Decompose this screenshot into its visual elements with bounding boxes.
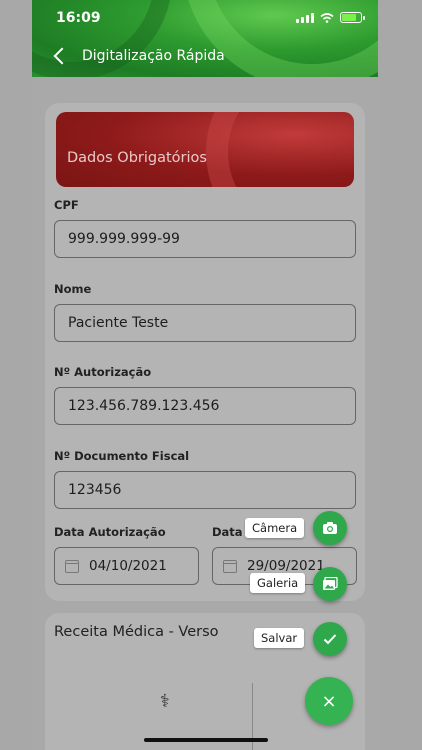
gallery-icon bbox=[323, 577, 338, 590]
data-autorizacao-label: Data Autorização bbox=[54, 525, 166, 539]
documento-field[interactable]: 123456 bbox=[54, 471, 356, 509]
cpf-label: CPF bbox=[54, 198, 79, 212]
back-arrow-icon[interactable] bbox=[53, 47, 71, 65]
salvar-button[interactable] bbox=[313, 622, 347, 656]
wifi-icon bbox=[320, 12, 334, 23]
receita-verso-title: Receita Médica - Verso bbox=[54, 624, 219, 640]
signal-icon bbox=[296, 12, 314, 23]
nome-field[interactable]: Paciente Teste bbox=[54, 304, 356, 342]
documento-label: Nº Documento Fiscal bbox=[54, 449, 190, 463]
document-preview-icon: ⚕ bbox=[160, 691, 170, 712]
data-emissao-value: 29/09/2021 bbox=[247, 558, 325, 574]
autorizacao-field[interactable]: 123.456.789.123.456 bbox=[54, 387, 356, 425]
phone-screen: 16:09 Digitalização Rápida Dados Obrigat… bbox=[32, 0, 378, 750]
galeria-option[interactable]: Galeria bbox=[250, 573, 306, 593]
fab-close-button[interactable]: × bbox=[305, 677, 353, 725]
camera-button[interactable] bbox=[313, 511, 347, 545]
camera-label: Câmera bbox=[245, 518, 305, 538]
calendar-icon bbox=[65, 559, 79, 573]
nome-label: Nome bbox=[54, 282, 92, 296]
calendar-icon bbox=[223, 559, 237, 573]
page-title: Digitalização Rápida bbox=[82, 48, 225, 64]
data-autorizacao-field[interactable]: 04/10/2021 bbox=[54, 547, 199, 585]
data-autorizacao-value: 04/10/2021 bbox=[89, 558, 167, 574]
salvar-label: Salvar bbox=[254, 628, 305, 648]
battery-icon bbox=[340, 12, 365, 23]
section-banner: Dados Obrigatórios bbox=[56, 112, 354, 187]
status-time: 16:09 bbox=[56, 10, 101, 26]
galeria-button[interactable] bbox=[313, 567, 347, 601]
app-header: 16:09 Digitalização Rápida bbox=[32, 0, 378, 77]
close-icon: × bbox=[321, 690, 337, 712]
home-indicator bbox=[144, 738, 268, 742]
camera-icon bbox=[323, 522, 337, 534]
galeria-label: Galeria bbox=[250, 573, 306, 593]
cpf-field[interactable]: 999.999.999-99 bbox=[54, 220, 356, 258]
autorizacao-label: Nº Autorização bbox=[54, 365, 152, 379]
check-icon bbox=[323, 634, 337, 645]
camera-option[interactable]: Câmera bbox=[245, 518, 305, 538]
section-title: Dados Obrigatórios bbox=[67, 150, 207, 166]
salvar-option[interactable]: Salvar bbox=[254, 628, 305, 648]
status-bar: 16:09 bbox=[56, 10, 365, 30]
